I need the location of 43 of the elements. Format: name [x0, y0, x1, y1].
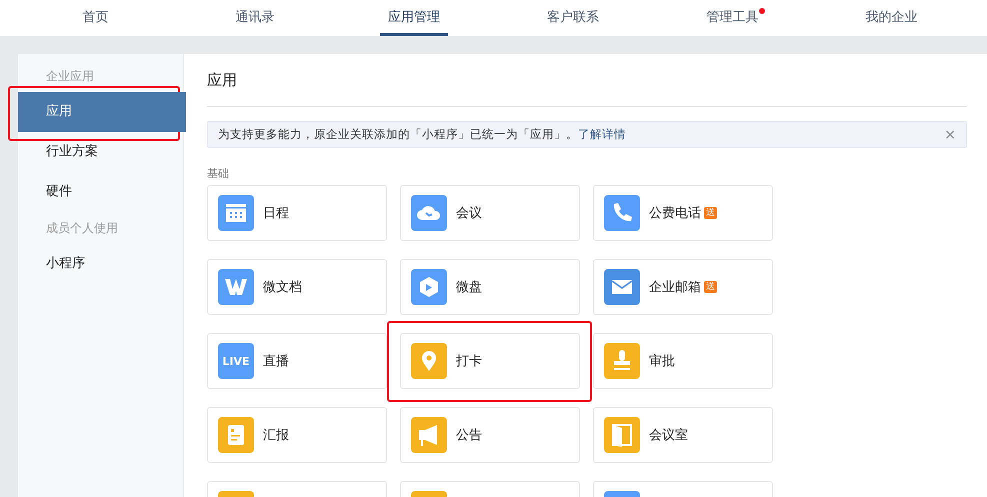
gift-badge: 送 [704, 207, 717, 219]
sidebar-item[interactable]: 硬件 [18, 172, 183, 212]
app-tile[interactable]: LIVE 直播 [207, 333, 387, 389]
app-name: 公告 [456, 427, 482, 444]
app-tile[interactable]: 日程 [207, 185, 387, 241]
app-tile[interactable]: 微文档 [207, 259, 387, 315]
details-link[interactable]: 了解详情 [578, 127, 626, 141]
app-name: 企业邮箱 [649, 279, 701, 296]
app-name: 微盘 [456, 279, 482, 296]
app-name: 会议 [456, 205, 482, 222]
sidebar-group-label: 成员个人使用 [45, 220, 119, 237]
app-name: 直播 [263, 353, 289, 370]
sidebar-item[interactable]: 应用 [18, 92, 186, 132]
nav-tab[interactable]: 首页 [74, 0, 117, 36]
live-label: LIVE [222, 355, 250, 368]
app-tile[interactable]: 公告 [400, 407, 580, 463]
gift-badge: 送 [704, 281, 717, 293]
app-name: 会议室 [649, 427, 688, 444]
section-label: 基础 [207, 166, 230, 182]
app-tile[interactable]: 审批 [593, 333, 773, 389]
app-tile[interactable]: 汇报 [207, 407, 387, 463]
page-title: 应用 [207, 70, 238, 91]
nav-tab[interactable]: 管理工具 [698, 0, 766, 36]
app-tile[interactable]: 会议室 [593, 407, 773, 463]
app-name: 公费电话 [649, 205, 701, 222]
app-name: 审批 [649, 353, 675, 370]
nav-tab[interactable]: 我的企业 [857, 0, 926, 36]
sidebar-item[interactable]: 行业方案 [18, 132, 183, 172]
app-tile[interactable]: 会议 [400, 185, 580, 241]
app-name: 日程 [263, 205, 289, 222]
nav-tab[interactable]: 客户联系 [539, 0, 608, 36]
nav-tab[interactable]: 通讯录 [227, 0, 282, 36]
app-name: 打卡 [456, 353, 482, 370]
app-name: 汇报 [263, 427, 289, 444]
notice-text: 为支持更多能力，原企业关联添加的「小程序」已统一为「应用」。了解详情 [218, 127, 626, 142]
app-tile[interactable]: 企业邮箱 送 [593, 259, 773, 315]
app-tile[interactable]: 公费电话 送 [593, 185, 773, 241]
app-tile[interactable]: 微盘 [400, 259, 580, 315]
sidebar-group-label: 企业应用 [45, 68, 95, 85]
sidebar-item[interactable]: 小程序 [18, 244, 183, 284]
nav-tab[interactable]: 应用管理 [380, 0, 448, 36]
app-name: 微文档 [263, 279, 302, 296]
app-tile[interactable]: 打卡 [400, 333, 580, 389]
